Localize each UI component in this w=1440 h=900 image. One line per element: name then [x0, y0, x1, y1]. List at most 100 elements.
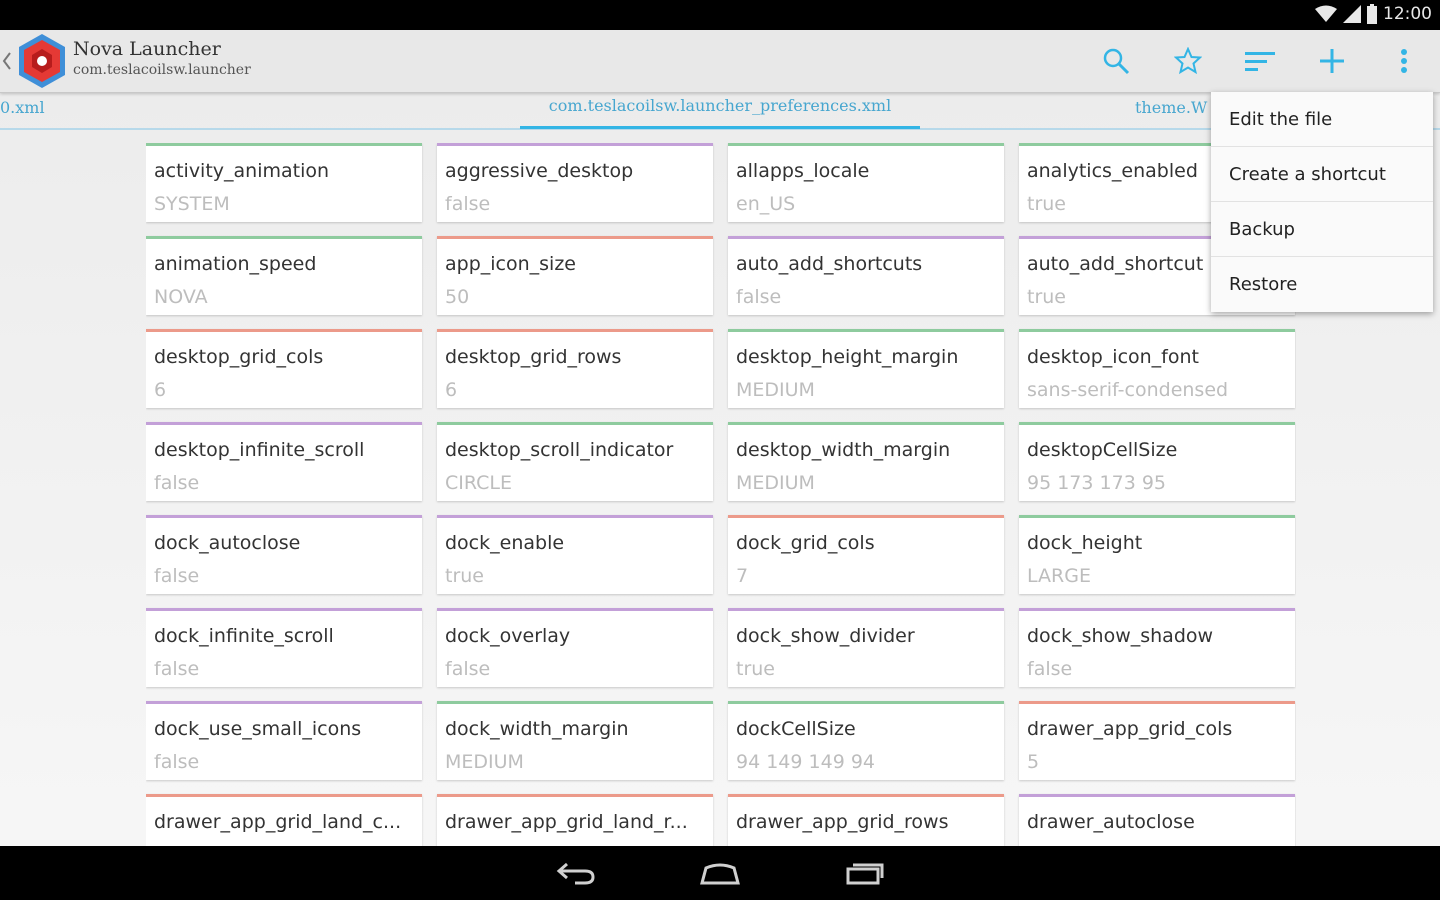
preference-key: desktop_infinite_scroll	[154, 439, 365, 461]
preference-value: NOVA	[154, 286, 208, 308]
preference-card[interactable]: dock_height LARGE	[1019, 515, 1295, 594]
preference-value: 7	[736, 565, 749, 587]
preference-card[interactable]: animation_speed NOVA	[146, 236, 422, 315]
preference-key: desktop_grid_cols	[154, 346, 324, 368]
add-icon[interactable]	[1315, 44, 1349, 78]
tab-active-file[interactable]: com.teslacoilsw.launcher_preferences.xml	[520, 96, 920, 129]
preference-value: true	[445, 565, 484, 587]
preference-value: 6	[445, 379, 458, 401]
preference-card[interactable]: desktop_grid_cols 6	[146, 329, 422, 408]
preference-card[interactable]: dockCellSize 94 149 149 94	[728, 701, 1004, 780]
status-time: 12:00	[1383, 4, 1432, 24]
action-bar: Nova Launcher com.teslacoilsw.launcher	[0, 30, 1440, 93]
battery-icon	[1367, 4, 1377, 24]
preference-card[interactable]: dock_infinite_scrollfalse	[146, 608, 422, 687]
tab-left-file[interactable]: 0.xml	[0, 98, 45, 117]
recents-icon[interactable]	[843, 856, 887, 890]
status-indicators: 12:00	[1315, 4, 1432, 24]
preference-card[interactable]: desktop_height_margin MEDIUM	[728, 329, 1004, 408]
preference-key: activity_animation	[154, 160, 330, 182]
preference-value: false	[445, 193, 491, 215]
preference-card[interactable]: dock_show_divider true	[728, 608, 1004, 687]
preference-key: animation_speed	[154, 253, 317, 275]
preference-key: desktop_width_margin	[736, 439, 951, 461]
nova-launcher-logo[interactable]	[16, 32, 68, 90]
preference-key: dock_overlay	[445, 625, 571, 647]
preference-key: drawer_app_grid_cols	[1027, 718, 1233, 740]
preference-key: allapps_locale	[736, 160, 870, 182]
preference-card[interactable]: dock_enabletrue	[437, 515, 713, 594]
preference-card[interactable]: auto_add_shortcutsfalse	[728, 236, 1004, 315]
preference-value: MEDIUM	[736, 379, 815, 401]
preference-key: dock_width_margin	[445, 718, 629, 740]
preference-value: en_US	[736, 193, 796, 215]
preference-card[interactable]: aggressive_desktopfalse	[437, 143, 713, 222]
preference-key: dock_height	[1027, 532, 1143, 554]
preference-card[interactable]: drawer_app_grid_rows	[728, 794, 1004, 846]
preference-value: MEDIUM	[445, 751, 524, 773]
preference-card[interactable]: dock_show_shadowfalse	[1019, 608, 1295, 687]
star-icon[interactable]	[1171, 44, 1205, 78]
preference-card[interactable]: dock_use_small_iconsfalse	[146, 701, 422, 780]
preference-card[interactable]: desktopCellSize 95 173 173 95	[1019, 422, 1295, 501]
preference-card[interactable]: desktop_scroll_indicator CIRCLE	[437, 422, 713, 501]
preference-key: drawer_app_grid_rows	[736, 811, 949, 833]
home-icon[interactable]	[698, 856, 742, 890]
preference-card[interactable]: drawer_app_grid_cols 5	[1019, 701, 1295, 780]
preference-key: auto_add_shortcuts	[736, 253, 923, 275]
preference-key: aggressive_desktop	[445, 160, 634, 182]
preference-key: dock_infinite_scroll	[154, 625, 334, 647]
sort-icon[interactable]	[1243, 44, 1277, 78]
preference-card[interactable]: desktop_grid_rows 6	[437, 329, 713, 408]
app-package: com.teslacoilsw.launcher	[73, 62, 251, 78]
preference-card[interactable]: dock_overlayfalse	[437, 608, 713, 687]
preference-key: desktop_grid_rows	[445, 346, 622, 368]
preference-card[interactable]: dock_autoclosefalse	[146, 515, 422, 594]
preference-key: dock_autoclose	[154, 532, 301, 554]
preference-key: dockCellSize	[736, 718, 856, 740]
preference-value: false	[154, 472, 200, 494]
preference-key: dock_show_shadow	[1027, 625, 1214, 647]
preference-card[interactable]: allapps_locale en_US	[728, 143, 1004, 222]
preference-card[interactable]: drawer_app_grid_land_c...	[146, 794, 422, 846]
preference-key: drawer_autoclose	[1027, 811, 1195, 833]
preference-card[interactable]: activity_animation SYSTEM	[146, 143, 422, 222]
menu-item-backup[interactable]: Backup	[1211, 202, 1433, 257]
preference-card[interactable]: desktop_infinite_scrollfalse	[146, 422, 422, 501]
preference-card[interactable]: app_icon_size 50	[437, 236, 713, 315]
preference-value: false	[154, 565, 200, 587]
preference-card[interactable]: dock_width_margin MEDIUM	[437, 701, 713, 780]
preference-value: false	[736, 286, 782, 308]
menu-item-create-shortcut[interactable]: Create a shortcut	[1211, 147, 1433, 202]
preference-key: auto_add_shortcut	[1027, 253, 1204, 275]
menu-item-restore[interactable]: Restore	[1211, 257, 1433, 312]
up-caret-icon[interactable]	[2, 50, 12, 72]
preference-card[interactable]: desktop_icon_font sans-serif-condensed	[1019, 329, 1295, 408]
preference-card[interactable]: dock_grid_cols 7	[728, 515, 1004, 594]
overflow-menu: Edit the file Create a shortcut Backup R…	[1211, 92, 1433, 312]
preference-key: desktop_height_margin	[736, 346, 959, 368]
preference-value: LARGE	[1027, 565, 1091, 587]
preference-key: drawer_app_grid_land_c...	[154, 811, 402, 833]
preferences-grid: activity_animation SYSTEM aggressive_deskt…	[146, 143, 1296, 846]
preference-key: dock_grid_cols	[736, 532, 875, 554]
preference-card[interactable]: drawer_app_grid_land_r...	[437, 794, 713, 846]
menu-item-edit-file[interactable]: Edit the file	[1211, 92, 1433, 147]
preference-key: desktop_icon_font	[1027, 346, 1199, 368]
preference-value: SYSTEM	[154, 193, 230, 215]
app-title: Nova Launcher	[73, 38, 221, 60]
preference-value: false	[1027, 658, 1073, 680]
back-icon[interactable]	[554, 856, 598, 890]
preference-value: false	[154, 751, 200, 773]
preference-key: dock_use_small_icons	[154, 718, 362, 740]
preference-key: drawer_app_grid_land_r...	[445, 811, 688, 833]
preference-key: dock_enable	[445, 532, 565, 554]
search-icon[interactable]	[1099, 44, 1133, 78]
overflow-icon[interactable]	[1387, 44, 1421, 78]
preference-card[interactable]: desktop_width_margin MEDIUM	[728, 422, 1004, 501]
preference-card[interactable]: drawer_autoclose	[1019, 794, 1295, 846]
preference-value: 95 173 173 95	[1027, 472, 1167, 494]
preference-value: false	[154, 658, 200, 680]
tab-right-file[interactable]: theme.W	[1135, 98, 1207, 117]
preference-value: false	[445, 658, 491, 680]
